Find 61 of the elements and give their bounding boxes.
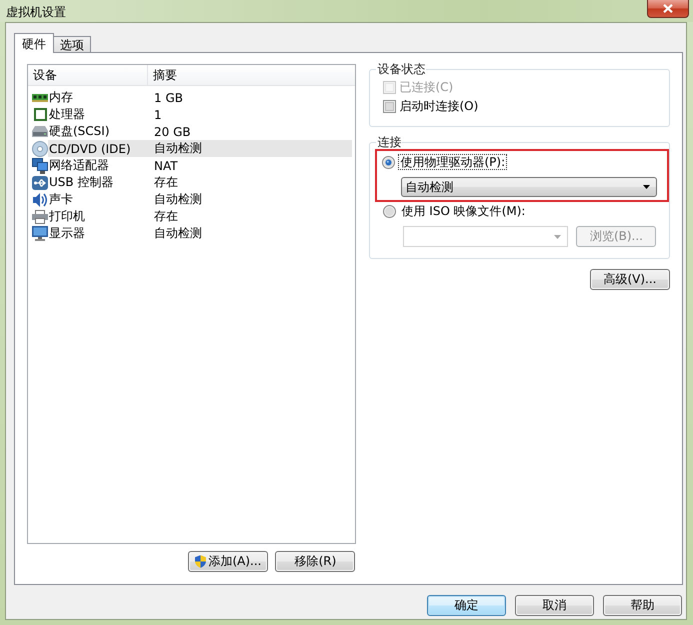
group-title: 设备状态 <box>376 62 426 76</box>
shield-icon <box>195 554 206 569</box>
device-row[interactable]: 网络适配器 NAT <box>48 157 352 174</box>
chip-icon <box>34 108 46 121</box>
disc-icon <box>32 140 48 156</box>
device-summary: 自动检测 <box>154 140 203 157</box>
device-summary: 存在 <box>154 208 179 225</box>
radio-label[interactable]: 使用物理驱动器(P): <box>398 154 508 170</box>
remove-button[interactable]: 移除(R) <box>275 551 356 572</box>
tab[interactable]: 硬件 <box>14 33 54 53</box>
column-header[interactable]: 摘要 <box>148 65 356 85</box>
device-summary: 自动检测 <box>154 191 203 208</box>
ram-module-icon <box>32 94 48 102</box>
group-title: 连接 <box>376 135 402 149</box>
device-name: 网络适配器 <box>48 157 110 174</box>
device-summary: 20 GB <box>154 124 192 138</box>
device-name: 处理器 <box>48 106 86 123</box>
device-row[interactable]: 打印机 存在 <box>48 208 352 225</box>
device-name: 显示器 <box>48 225 86 242</box>
drive-dropdown[interactable]: 自动检测 <box>401 177 657 197</box>
monitor-icon <box>32 226 48 241</box>
radio-button[interactable] <box>382 156 396 168</box>
window-title: 虚拟机设置 <box>6 5 66 19</box>
device-name: CD/DVD (IDE) <box>48 142 132 156</box>
device-summary: 自动检测 <box>154 225 203 242</box>
caret-icon <box>643 185 650 189</box>
radio-label[interactable]: 使用 ISO 映像文件(M): <box>399 203 528 219</box>
device-name: 打印机 <box>48 208 86 225</box>
close-button[interactable] <box>647 0 689 18</box>
device-row[interactable]: 硬盘(SCSI) 20 GB <box>48 123 352 140</box>
device-summary: NAT <box>154 158 179 172</box>
radio-button[interactable] <box>383 204 396 218</box>
device-row[interactable]: 显示器 自动检测 <box>48 225 352 242</box>
device-name: 声卡 <box>48 191 74 208</box>
column-header[interactable]: 设备 <box>28 65 148 85</box>
device-row[interactable]: CD/DVD (IDE) 自动检测 <box>48 140 352 157</box>
device-name: 硬盘(SCSI) <box>48 123 111 140</box>
printer-icon <box>32 210 48 224</box>
hard-drive-icon <box>32 126 48 137</box>
speaker-icon <box>32 192 48 208</box>
caret-icon <box>554 234 562 238</box>
advanced-button[interactable]: 高级(V)... <box>590 269 670 290</box>
device-summary: 1 <box>154 108 163 122</box>
device-summary: 存在 <box>154 174 179 191</box>
tab[interactable]: 选项 <box>54 36 91 52</box>
close-icon <box>663 4 673 13</box>
checkbox-label[interactable]: 启动时连接(O) <box>399 98 478 115</box>
device-name: USB 控制器 <box>48 174 114 191</box>
device-row[interactable]: 内存 1 GB <box>48 89 352 106</box>
dialog-button[interactable]: 确定 <box>427 595 506 616</box>
networked-computers-icon <box>32 158 48 174</box>
dialog-button[interactable]: 帮助 <box>603 595 682 616</box>
add-button[interactable]: 添加(A)... <box>188 551 268 572</box>
device-row[interactable]: USB 控制器 存在 <box>48 174 352 191</box>
device-row[interactable]: 处理器 1 <box>48 106 352 123</box>
usb-icon <box>32 176 48 190</box>
device-name: 内存 <box>48 89 74 106</box>
device-row[interactable]: 声卡 自动检测 <box>48 191 352 208</box>
checkbox[interactable] <box>383 100 396 113</box>
device-summary: 1 GB <box>154 90 184 104</box>
dialog-button[interactable]: 取消 <box>515 595 594 616</box>
